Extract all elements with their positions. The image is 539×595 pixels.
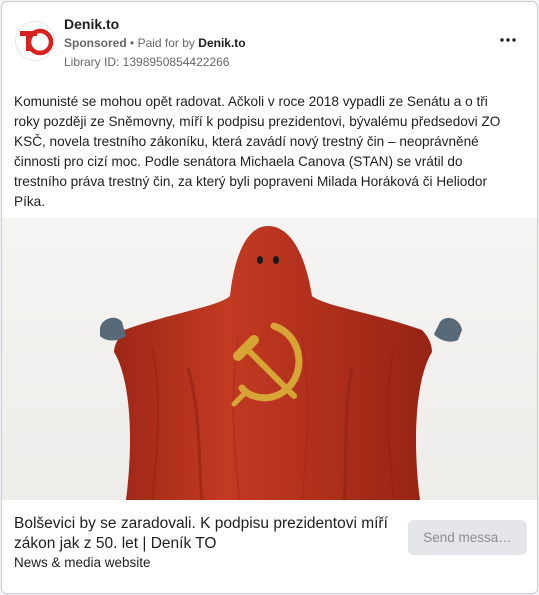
page-name[interactable]: Denik.to [64,16,119,32]
library-id: Library ID: 1398950854422266 [64,55,230,69]
send-message-button[interactable]: Send messa… [408,520,527,555]
headline-line: Bolševici by se zaradovali. K podpisu pr… [14,515,388,532]
advertiser-name[interactable]: Denik.to [198,36,245,50]
separator-dot: • [130,36,135,50]
more-horizontal-icon [500,38,516,42]
page-avatar[interactable]: TO [15,21,55,61]
ad-caption: News & media website [14,555,151,570]
body-line: Komunisté se mohou opět radovat. Ačkoli … [14,94,488,109]
body-line: roky později ze Sněmovny, míří k podpisu… [14,114,501,129]
sponsored-line: Sponsored • Paid for by Denik.to [64,36,246,50]
headline-line: zákon jak z 50. let | Deník TO [14,535,217,552]
body-line: činnosti pro cizí moc. Podle senátora Mi… [14,154,463,169]
paid-for-by-label: Paid for by [137,36,195,50]
body-line: Píka. [14,194,45,209]
body-line: trestního práva trestný čin, za který by… [14,174,487,189]
more-options-button[interactable] [497,32,519,48]
ad-body-text: Komunisté se mohou opět radovat. Ačkoli … [14,92,518,212]
body-line: KSČ, novela trestního zákoníku, která za… [14,134,479,149]
denik-to-logo: TO [20,28,54,56]
ad-card: TO Denik.to Sponsored • Paid for by Deni… [1,1,538,594]
ad-footer: Bolševici by se zaradovali. K podpisu pr… [2,500,537,593]
ad-headline[interactable]: Bolševici by se zaradovali. K podpisu pr… [14,514,394,554]
ad-header: TO Denik.to Sponsored • Paid for by Deni… [2,2,537,82]
ad-image[interactable] [2,218,537,500]
sponsored-label: Sponsored [64,36,127,50]
red-ghost-hammer-sickle-image [2,218,537,500]
